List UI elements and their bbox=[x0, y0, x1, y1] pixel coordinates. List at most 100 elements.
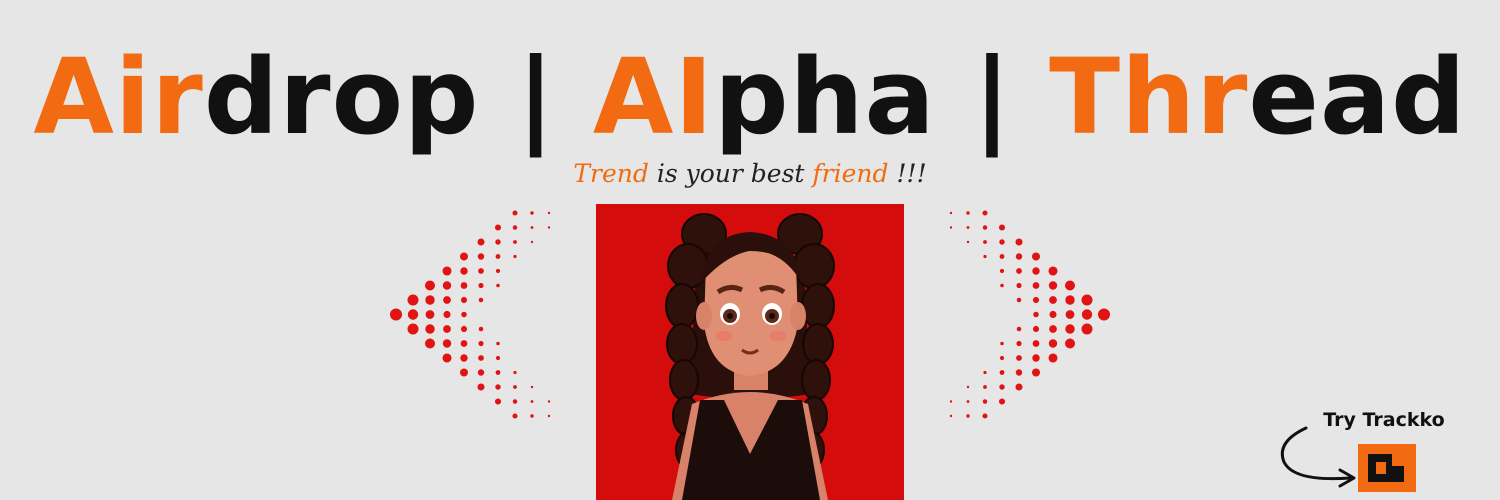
halftone-dot bbox=[460, 282, 468, 289]
halftone-dot bbox=[1049, 325, 1057, 333]
halftone-dot bbox=[530, 400, 534, 403]
avatar bbox=[596, 204, 904, 500]
halftone-dot bbox=[982, 210, 988, 216]
halftone-dot bbox=[442, 353, 452, 363]
halftone-dot bbox=[495, 239, 501, 245]
halftone-dot bbox=[443, 296, 451, 304]
curved-arrow-icon bbox=[1280, 426, 1356, 488]
halftone-dot bbox=[1032, 340, 1040, 347]
halftone-dot bbox=[425, 324, 435, 334]
tagline: Trend is your best friend !!! bbox=[0, 156, 1500, 192]
halftone-dot bbox=[1015, 253, 1023, 260]
halftone-dot bbox=[442, 281, 452, 290]
halftone-dot bbox=[1048, 281, 1058, 290]
halftone-dot bbox=[513, 370, 517, 375]
trackko-logo-icon[interactable] bbox=[1358, 444, 1416, 492]
right-chevron-dots-icon bbox=[949, 210, 1110, 419]
halftone-dot bbox=[460, 296, 468, 304]
halftone-dot bbox=[478, 282, 484, 289]
tagline-middle: is your best bbox=[648, 159, 813, 188]
halftone-dot bbox=[1098, 308, 1110, 321]
halftone-dot bbox=[966, 414, 970, 418]
halftone-dot bbox=[513, 385, 517, 389]
halftone-dot bbox=[477, 369, 485, 376]
tagline-end: !!! bbox=[888, 159, 927, 188]
halftone-dot bbox=[1048, 353, 1058, 363]
halftone-dot bbox=[966, 240, 970, 244]
halftone-dot bbox=[442, 339, 452, 348]
halftone-dot bbox=[983, 254, 987, 259]
halftone-dot bbox=[949, 211, 953, 215]
halftone-dot bbox=[407, 294, 419, 306]
halftone-dot bbox=[1081, 323, 1093, 335]
halftone-dot bbox=[983, 240, 987, 244]
halftone-dot bbox=[512, 225, 518, 230]
halftone-dot bbox=[478, 355, 484, 361]
halftone-dot bbox=[530, 211, 534, 215]
halftone-dot bbox=[1048, 339, 1058, 348]
halftone-dot bbox=[547, 211, 551, 215]
halftone-dot bbox=[513, 240, 517, 244]
halftone-dot bbox=[998, 224, 1006, 231]
halftone-dot bbox=[494, 224, 502, 231]
halftone-dot bbox=[496, 341, 500, 346]
halftone-dot bbox=[459, 368, 469, 377]
halftone-dot bbox=[512, 413, 518, 419]
halftone-dot bbox=[1081, 294, 1093, 306]
halftone-dot bbox=[1015, 369, 1023, 376]
halftone-dot bbox=[1081, 309, 1093, 320]
halftone-dot bbox=[547, 414, 551, 418]
halftone-dot bbox=[495, 254, 501, 259]
title-separator-2: | bbox=[935, 36, 1050, 158]
halftone-dot bbox=[1015, 383, 1023, 391]
halftone-dot bbox=[949, 226, 953, 229]
title-ai-highlight: AI bbox=[592, 36, 715, 158]
halftone-dot bbox=[460, 267, 468, 275]
halftone-dot bbox=[1000, 283, 1004, 288]
halftone-dot bbox=[495, 384, 501, 390]
halftone-dot bbox=[407, 323, 419, 335]
halftone-dot bbox=[999, 254, 1005, 259]
halftone-dot bbox=[478, 297, 484, 303]
halftone-dot bbox=[1016, 355, 1022, 361]
halftone-dot bbox=[983, 385, 987, 389]
halftone-dot bbox=[1016, 282, 1022, 289]
halftone-dot bbox=[1064, 338, 1076, 349]
halftone-dot bbox=[949, 400, 953, 403]
halftone-dot bbox=[1049, 296, 1057, 304]
halftone-dot bbox=[1000, 341, 1004, 346]
halftone-dot bbox=[1032, 325, 1040, 333]
halftone-dot bbox=[477, 238, 485, 246]
halftone-dot bbox=[495, 355, 501, 361]
halftone-dot bbox=[460, 325, 468, 333]
halftone-dot bbox=[999, 268, 1005, 274]
halftone-dot bbox=[982, 399, 988, 404]
halftone-dot bbox=[407, 309, 419, 320]
title-ead: ead bbox=[1248, 36, 1467, 158]
halftone-dot bbox=[1048, 266, 1058, 276]
halftone-dot bbox=[1031, 252, 1041, 261]
halftone-dot bbox=[1032, 354, 1040, 362]
halftone-dot bbox=[949, 414, 953, 418]
halftone-dot bbox=[1032, 282, 1040, 289]
halftone-dot bbox=[999, 355, 1005, 361]
pixel-girl-portrait-icon bbox=[596, 204, 904, 500]
halftone-dot bbox=[530, 414, 534, 418]
halftone-dot bbox=[530, 240, 534, 244]
halftone-dot bbox=[1016, 326, 1022, 332]
halftone-dot bbox=[999, 239, 1005, 245]
halftone-dot bbox=[495, 268, 501, 274]
halftone-dot bbox=[1033, 311, 1039, 318]
halftone-dot bbox=[1032, 296, 1040, 304]
halftone-dot bbox=[998, 398, 1006, 405]
title-thr-highlight: Thr bbox=[1049, 36, 1249, 158]
halftone-dot bbox=[1065, 295, 1075, 305]
halftone-dot bbox=[424, 338, 436, 349]
halftone-dot bbox=[494, 398, 502, 405]
halftone-dot bbox=[477, 253, 485, 260]
halftone-dot bbox=[1015, 238, 1023, 246]
halftone-dot bbox=[966, 226, 970, 229]
halftone-dot bbox=[425, 295, 435, 305]
halftone-dot bbox=[982, 413, 988, 419]
halftone-dot bbox=[1031, 368, 1041, 377]
